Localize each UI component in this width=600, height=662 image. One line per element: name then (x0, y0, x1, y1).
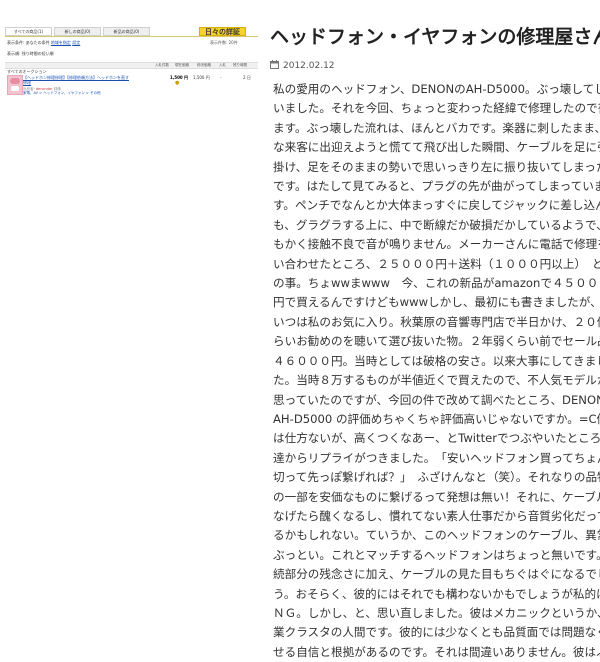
article-line: も、グラグラする上に、中で断線だか破損だかしているようで、と (273, 217, 600, 232)
item-time-left: 2 日 (243, 75, 251, 80)
buy-now-icon: ● (175, 80, 180, 86)
item-buyout-price: 1,500 円 (193, 75, 210, 80)
article-line: 私の愛用のヘッドフォン、DENONのAH-D5000。ぶっ壊してしま (273, 82, 600, 96)
sort-label: 表示順: (7, 51, 21, 56)
sort-bar: 入札件数 現在価格 即決価格 入札 残り時間 (5, 62, 258, 69)
article-date: 2012.02.12 (283, 61, 335, 71)
article-line: ＮＧ。しかし、と、思い直しました。彼はメカニックというか、工 (273, 605, 600, 620)
article-line: 切って先っぽ繋げれば？」 ふざけんなと（笑）。それなりの品物 (273, 470, 600, 485)
auction-item-row[interactable]: 【ヘッドホン修理修理】【修理依頼方法】ヘッドホンを直す 修理 出品者: deno… (5, 75, 258, 115)
article-line: ４６０００円。当時としては破格の安さ。以来大事にしてきまし (273, 353, 600, 368)
article-line: いつは私のお気に入り。秋葉原の音響専門店で半日かけ、２０個く (273, 314, 600, 329)
item-title-continued[interactable]: 修理 (23, 80, 163, 85)
sort-current-price[interactable]: 現在価格 (175, 63, 189, 68)
article-line: の事。ちょwwまwww 今、これの新品がamazonで４５０００ (273, 276, 600, 291)
sort-bids[interactable]: 入札件数 (155, 63, 169, 68)
item-thumbnail[interactable] (7, 75, 23, 95)
tab-daily[interactable]: 日々の詳証 (199, 27, 246, 36)
filter-label: 表示条件: (7, 40, 25, 45)
item-bids: - (220, 75, 222, 80)
article-line: いました。それを今回、ちょっと変わった経緯で修理したので書き (273, 101, 600, 116)
filter-sub: あなたの条件 (25, 40, 50, 45)
region-link[interactable]: 地域を指定 (51, 40, 71, 45)
article-line: もかく接触不良で音が鳴りません。メーカーさんに電話で修理を問 (273, 237, 600, 252)
tab-all-items[interactable]: すべての商品(1) (5, 27, 52, 36)
article-line: の一部を安価なものに繋げるって発想は無い！それに、ケーブルつ (273, 489, 600, 504)
article-line: るかもしれない。ていうか、このヘッドフォンのケーブル、異常に (273, 528, 600, 543)
settings-link[interactable]: 設定 (72, 40, 80, 45)
article-line: AH-D5000 の評価めちゃくちゃ評価高いじゃないですか。=C修理 (273, 411, 600, 426)
article-line: 思っていたのですが、今回の件で改めて調べたところ、DENON (273, 392, 600, 407)
article-line: は仕方ないが、高くつくなあー、とTwitterでつぶやいたところ、友 (273, 431, 600, 446)
article-line: う。おそらく、彼的にはそれでも構わないかもでしょうが私的は (273, 586, 600, 601)
sort-bid[interactable]: 入札 (219, 63, 226, 68)
article-line: なげたら醜くなるし、慣れてない素人仕事だから音質劣化だってす (273, 508, 600, 523)
article-line: ぶっとい。これとマッチするヘッドフォンはちょっと無いです。接 (273, 547, 600, 562)
article-line: 円で買えるんですけどもwwwしかし、最初にも書きましたが、こ (273, 295, 600, 310)
article-line: 業クラスタの人間です。彼的には少なくとも品質面では問題なく直 (273, 625, 600, 640)
blog-article: ヘッドフォン・イヤフォンの修理屋さん 2012.02.12 私の愛用のヘッドフォ… (270, 0, 600, 659)
article-line: です。はたして見てみると、プラグの先が曲がってしまっていま (273, 179, 600, 194)
article-line: た。当時８万するものが半値近くで買えたので、不人気モデルかと (273, 373, 600, 388)
auction-tabs: すべての商品(1) 新しの商品(0) 新品の商品(0) 日々の詳証 (5, 27, 258, 37)
article-title[interactable]: ヘッドフォン・イヤフォンの修理屋さん (270, 24, 600, 50)
sort-time-left[interactable]: 残り時間 (233, 63, 247, 68)
auction-listing-screenshot: すべての商品(1) 新しの商品(0) 新品の商品(0) 日々の詳証 表示条件: … (5, 27, 258, 115)
sort-buyout-price[interactable]: 即決価格 (197, 63, 211, 68)
filter-row-condition: 表示条件: あなたの条件 地域を指定 設定 (7, 40, 80, 45)
article-line: ます。ぶっ壊した流れは、ほんとバカです。楽器に刺したまま、急 (273, 120, 600, 135)
calendar-icon (270, 60, 279, 72)
article-line: な来客に出迎えようと慌てて飛び出した瞬間、ケーブルを足に引っ (273, 140, 600, 155)
item-current-price: 1,500 円 (170, 75, 189, 80)
section-label: すべてのオークション (7, 69, 47, 74)
tab-new-items[interactable]: 新しの商品(0) (54, 27, 101, 36)
article-date-row: 2012.02.12 (270, 60, 335, 72)
article-body: 私の愛用のヘッドフォン、DENONのAH-D5000。ぶっ壊してしま いました。そ… (273, 80, 600, 662)
article-line: せる自信と根拠があるのです。それは間違いありません。彼はふざ (273, 644, 600, 659)
sort-select[interactable]: 残り時間の短い順 (22, 51, 54, 56)
display-count[interactable]: 表示件数: 20件 (210, 40, 238, 45)
article-line: す。ペンチでなんとか大体まっすぐに戻してジャックに差し込んで (273, 198, 600, 213)
article-line: 達からリプライがつきました。 「安いヘッドフォン買ってちょん (273, 450, 600, 465)
tab-brand-new-items[interactable]: 新品の商品(0) (103, 27, 150, 36)
item-categories[interactable]: 家電、AV > ヘッドフォン、イヤフォン > その他 (23, 91, 101, 96)
article-line: 掛け、足をそのままの勢いで思いっきり左に振り抜いてしまったの (273, 159, 600, 174)
article-line: 続部分の残念さに加え、ケーブルの見た目もちぐはぐになるでしょ (273, 567, 600, 582)
article-line: らいお勧めのを聴いて選び抜いた物。２年弱くらい前でセール品で (273, 334, 600, 349)
article-line: い合わせたところ、２５０００円＋送料（１０００円以上） と (273, 256, 600, 271)
filter-row-sort: 表示順: 残り時間の短い順 (7, 51, 54, 56)
